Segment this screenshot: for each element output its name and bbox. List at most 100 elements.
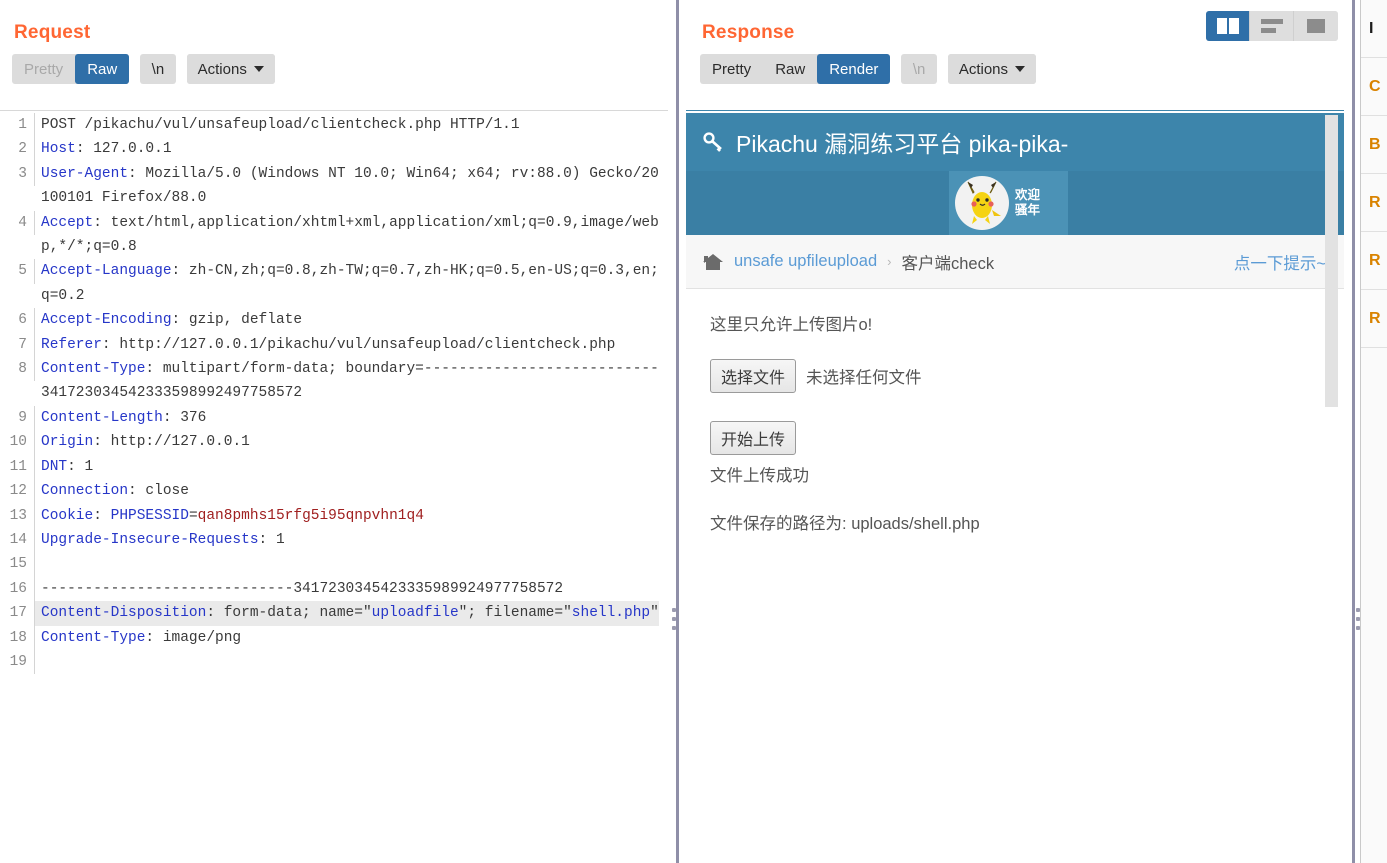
request-line: 3 User-Agent: Mozilla/5.0 (Windows NT 10.… [0,161,668,211]
response-inspector-divider[interactable] [1352,0,1355,863]
response-actions-button[interactable]: Actions [947,54,1037,84]
code-token: : http://127.0.0.1/pikachu/vul/unsafeupl… [101,336,616,353]
code-token: Host [41,141,76,158]
key-icon [703,132,722,152]
request-actions-button[interactable]: Actions [186,54,275,84]
response-tab-render[interactable]: Render [817,54,891,84]
line-number: 10 [0,430,35,455]
code-token: Accept-Encoding [41,312,172,329]
response-newline-toggle[interactable]: \n [901,54,938,84]
line-number: 6 [0,308,35,333]
code-token: : close [128,483,189,500]
line-number: 7 [0,332,35,358]
request-line: 16 -----------------------------341723034… [0,576,668,602]
line-number: 19 [0,649,35,675]
response-title: Response [702,22,795,43]
request-line: 13 Cookie: PHPSESSID=qan8pmhs15rfg5i95qnp… [0,503,668,528]
request-pane: Request Pretty Raw \n Actions 1 POST /pik… [0,0,668,863]
code-token: : text/html,application/xhtml+xml,applic… [41,214,659,256]
code-token: Cookie [41,507,94,524]
line-text: Origin: http://127.0.0.1 [35,430,250,454]
request-divider-handle[interactable] [672,608,676,630]
code-token: : 1 [258,531,285,548]
line-text: Content-Type: image/png [35,626,241,650]
request-line: 2 Host: 127.0.0.1 [0,137,668,162]
line-text: Upgrade-Insecure-Requests: 1 [35,528,285,552]
upload-form: 这里只允许上传图片o! 选择文件 未选择任何文件 开始上传 文件上传成功 文件保… [686,289,1344,534]
site-title: Pikachu 漏洞练习平台 pika-pika- [702,125,1068,159]
line-text: POST /pikachu/vul/unsafeupload/clientche… [35,113,520,137]
request-editor[interactable]: 1 POST /pikachu/vul/unsafeupload/clientch… [0,113,668,863]
code-token: "; filename=" [458,605,572,622]
response-toolbar: Pretty Raw Render [700,54,891,84]
line-number: 2 [0,137,35,162]
request-line: 8 Content-Type: multipart/form-data; boun… [0,357,668,406]
inspector-section-header[interactable]: C [1361,58,1387,116]
request-response-divider[interactable] [676,0,679,863]
inspector-section-header[interactable]: R [1361,232,1387,290]
saved-path-row: 文件保存的路径为: uploads/shell.php [710,510,1344,534]
site-title-text: Pikachu 漏洞练习平台 pika-pika- [736,131,1069,157]
chevron-down-icon [253,66,264,72]
repeater-window: Request Pretty Raw \n Actions 1 POST /pik… [0,0,1387,863]
breadcrumb-hint-link[interactable]: 点一下提示~ [1234,250,1326,274]
response-toolbar-divider [686,110,1344,111]
response-actions-label: Actions [958,60,1009,78]
breadcrumb: unsafe upfileupload › 客户端check 点一下提示~ [686,235,1344,289]
code-token: Upgrade-Insecure-Requests [41,531,259,548]
request-newline-toggle[interactable]: \n [140,54,177,84]
breadcrumb-separator: › [887,254,892,269]
request-line: 14 Upgrade-Insecure-Requests: 1 [0,527,668,553]
response-scrollbar-thumb[interactable] [1325,115,1338,407]
welcome-line-1: 欢迎 [1015,188,1041,202]
request-actions-label: Actions [197,60,247,78]
request-actions-group: Actions [186,54,275,84]
inspector-section-header[interactable]: B [1361,116,1387,174]
breadcrumb-current: 客户端check [901,254,995,273]
line-text: Referer: http://127.0.0.1/pikachu/vul/un… [35,333,615,357]
breadcrumb-parent-link[interactable]: unsafe upfileupload [734,252,877,271]
code-token: POST /pikachu/vul/unsafeupload/clientche… [41,117,520,133]
code-token: : gzip, deflate [171,312,303,329]
line-text: Cookie: PHPSESSID=qan8pmhs15rfg5i95qnpvh… [35,504,424,528]
request-line: 9 Content-Length: 376 [0,405,668,431]
line-text: User-Agent: Mozilla/5.0 (Windows NT 10.0… [35,162,665,211]
request-tab-pretty[interactable]: Pretty [12,54,75,84]
code-token: Connection [41,483,129,500]
saved-path-value: uploads/shell.php [851,515,980,533]
response-tab-raw[interactable]: Raw [763,54,817,84]
request-line: 15 [0,552,668,577]
response-tab-pretty[interactable]: Pretty [700,54,763,84]
inspector-section-header[interactable]: R [1361,174,1387,232]
line-number: 1 [0,113,35,138]
inspector-section-header[interactable]: I [1361,0,1387,58]
code-token: uploadfile [371,605,459,622]
code-token: Content-Length [41,409,163,426]
request-line: 7 Referer: http://127.0.0.1/pikachu/vul/u… [0,332,668,358]
inspector-section-header[interactable]: R [1361,290,1387,348]
line-number: 16 [0,576,35,602]
line-number: 4 [0,210,35,236]
request-tab-raw[interactable]: Raw [75,54,130,84]
line-number: 5 [0,259,35,284]
code-token: : http://127.0.0.1 [93,434,250,451]
request-toolbar: Pretty Raw [12,54,130,84]
response-scrollbar[interactable] [1325,115,1338,751]
pikachu-icon [967,181,1001,224]
code-token: Content-Type [41,361,146,378]
line-number: 11 [0,454,35,480]
code-token: qan8pmhs15rfg5i95qnpvhn1q4 [197,507,424,524]
welcome-text: 欢迎 骚年 [1015,188,1040,218]
home-icon [703,253,723,270]
line-number: 8 [0,357,35,382]
request-line: 6 Accept-Encoding: gzip, deflate [0,308,668,333]
line-number: 15 [0,552,35,577]
line-number: 9 [0,405,35,431]
choose-file-button[interactable]: 选择文件 [710,359,797,393]
start-upload-button[interactable]: 开始上传 [710,421,797,455]
line-text: Content-Disposition: form-data; name="up… [35,601,659,626]
code-token: User-Agent [41,165,129,182]
code-token: -----------------------------34172303454… [41,580,564,597]
request-title: Request [14,22,91,43]
request-line: 1 POST /pikachu/vul/unsafeupload/clientch… [0,113,668,138]
